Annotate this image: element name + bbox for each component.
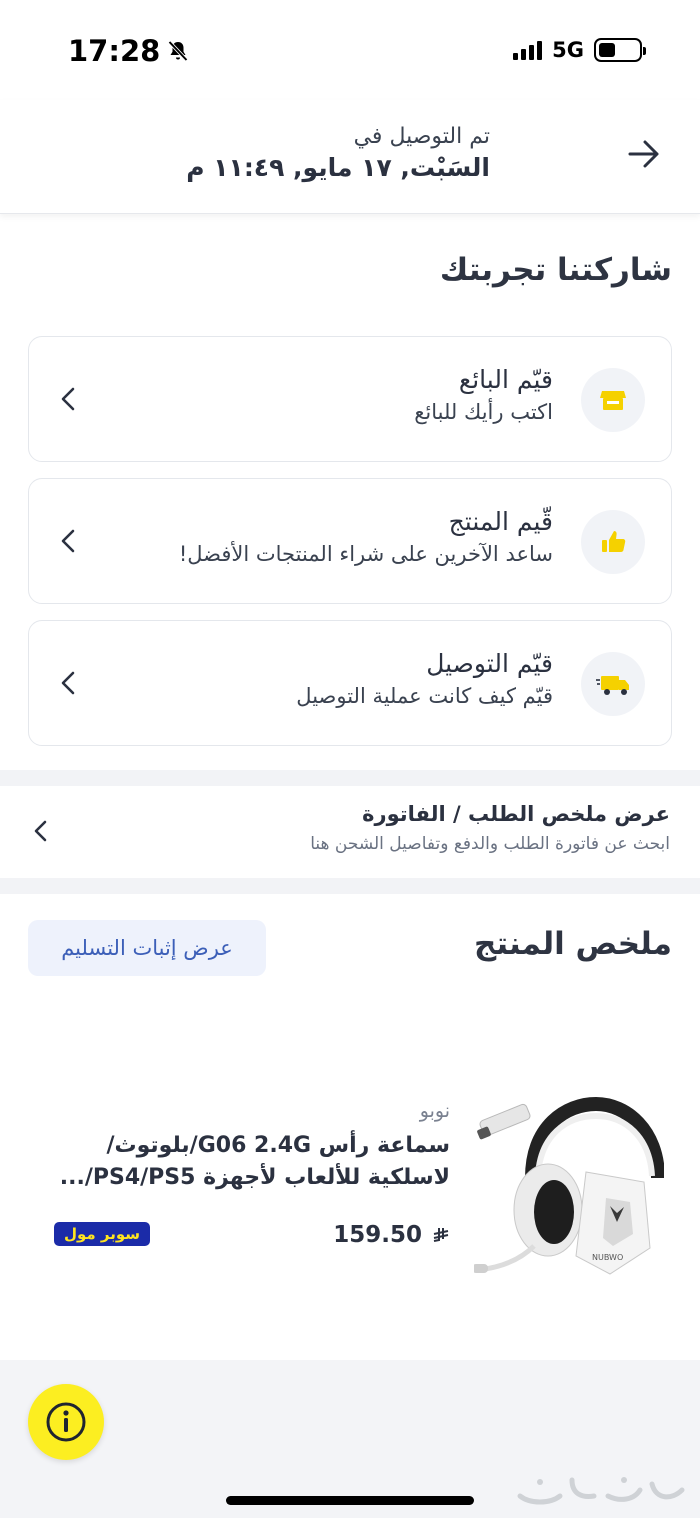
info-button[interactable]	[28, 1384, 104, 1460]
card-title: قيّم التوصيل	[426, 649, 553, 678]
invoice-row[interactable]: عرض ملخص الطلب / الفاتورة ابحث عن فاتورة…	[0, 786, 700, 878]
rate-delivery-card[interactable]: قيّم التوصيل قيّم كيف كانت عملية التوصيل	[28, 620, 672, 746]
card-subtitle: ساعد الآخرين على شراء المنتجات الأفضل!	[178, 542, 553, 566]
delivery-truck-icon	[581, 652, 645, 716]
rate-seller-card[interactable]: قيّم البائع اكتب رأيك للبائع	[28, 336, 672, 462]
delivered-label: تم التوصيل في	[353, 124, 490, 149]
product-price: 159.50	[333, 1222, 450, 1248]
silent-bell-icon	[168, 40, 189, 62]
status-right: 5G	[513, 38, 646, 62]
riyal-currency-icon	[433, 1228, 449, 1242]
signal-icon	[513, 40, 543, 60]
watermark-logo	[517, 1477, 685, 1505]
section-divider	[0, 878, 700, 894]
price-value: 159.50	[333, 1222, 422, 1248]
product-item[interactable]: NUBWO نوبو سماعة رأس G06 2.4G/بلوتوث/لاس…	[0, 1076, 700, 1316]
status-time: 17:28	[68, 34, 190, 68]
headset-product-image[interactable]: NUBWO	[474, 1086, 664, 1296]
chevron-left-icon	[61, 387, 75, 411]
card-title: قّيم المنتج	[448, 507, 553, 536]
invoice-subtitle: ابحث عن فاتورة الطلب والدفع وتفاصيل الشح…	[310, 834, 670, 854]
network-type: 5G	[552, 38, 584, 62]
proof-of-delivery-button[interactable]: عرض إثبات التسليم	[28, 920, 266, 976]
home-indicator	[226, 1496, 474, 1505]
info-icon	[46, 1402, 86, 1442]
delivery-info: تم التوصيل في السَبْت, ١٧ مايو, ١١:٤٩ م	[186, 124, 490, 182]
delivery-date: السَبْت, ١٧ مايو, ١١:٤٩ م	[186, 153, 490, 182]
product-name[interactable]: سماعة رأس G06 2.4G/بلوتوث/لاسلكية للألعا…	[50, 1130, 450, 1194]
chevron-left-icon	[61, 671, 75, 695]
chevron-left-icon	[61, 529, 75, 553]
card-title: قيّم البائع	[458, 365, 553, 394]
delivery-header: تم التوصيل في السَبْت, ١٧ مايو, ١١:٤٩ م	[0, 100, 700, 214]
svg-text:NUBWO: NUBWO	[592, 1253, 623, 1262]
section-divider	[0, 770, 700, 786]
rate-product-card[interactable]: قّيم المنتج ساعد الآخرين على شراء المنتج…	[28, 478, 672, 604]
status-bar: 17:28 5G	[0, 0, 700, 100]
experience-title: شاركتنا تجربتك	[439, 252, 672, 288]
card-subtitle: قيّم كيف كانت عملية التوصيل	[296, 684, 553, 708]
store-icon	[581, 368, 645, 432]
chevron-left-icon	[34, 820, 47, 842]
product-summary-title: ملخص المنتج	[474, 926, 672, 962]
card-subtitle: اكتب رأيك للبائع	[414, 400, 553, 424]
clock-text: 17:28	[68, 34, 161, 68]
back-arrow-icon[interactable]	[626, 136, 662, 172]
invoice-title: عرض ملخص الطلب / الفاتورة	[362, 802, 670, 826]
thumbs-up-icon	[581, 510, 645, 574]
product-brand: نوبو	[419, 1100, 450, 1122]
battery-icon	[594, 38, 646, 62]
super-mall-badge: سوبر مول	[54, 1222, 151, 1246]
